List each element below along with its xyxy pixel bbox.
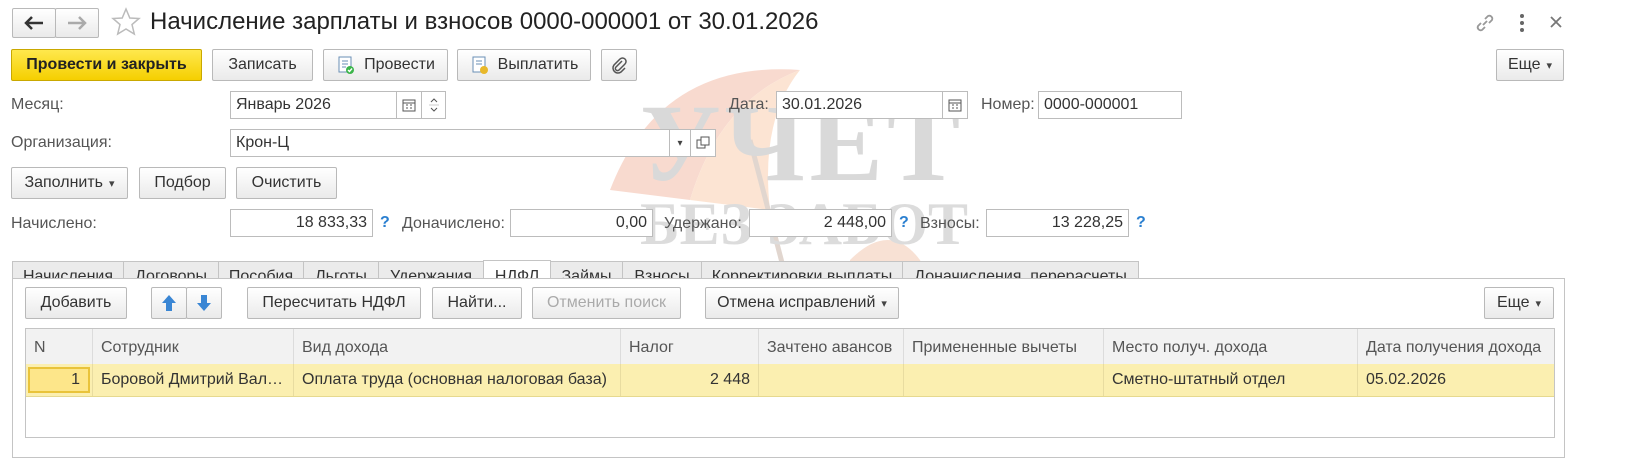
fill-button-label: Заполнить	[24, 174, 103, 191]
calendar-button[interactable]	[396, 91, 422, 119]
help-icon[interactable]: ?	[1136, 214, 1146, 232]
select-button[interactable]: Подбор	[139, 167, 226, 199]
fill-button[interactable]: Заполнить ▾	[11, 167, 128, 199]
column-header-n[interactable]: N	[26, 329, 93, 367]
contributions-label: Взносы:	[920, 215, 980, 232]
paperclip-icon	[612, 57, 627, 74]
window-title: Начисление зарплаты и взносов 0000-00000…	[150, 8, 819, 35]
column-header-tax[interactable]: Налог	[621, 329, 759, 367]
tab-more-label: Еще	[1496, 294, 1530, 311]
link-icon[interactable]	[1474, 12, 1496, 39]
organization-dropdown-button[interactable]: ▾	[669, 129, 691, 157]
post-document-icon	[338, 56, 355, 74]
column-header-advances[interactable]: Зачтено авансов	[759, 329, 904, 367]
number-field[interactable]: 0000-000001	[1038, 91, 1182, 119]
column-header-employee[interactable]: Сотрудник	[93, 329, 294, 367]
cell-tax[interactable]: 2 448	[621, 364, 759, 396]
column-header-income-type[interactable]: Вид дохода	[294, 329, 621, 367]
arrow-right-icon	[68, 16, 87, 30]
month-field[interactable]: Январь 2026	[230, 91, 397, 119]
back-button[interactable]	[12, 8, 56, 38]
withheld-field: 2 448,00	[749, 209, 892, 237]
open-window-icon	[696, 136, 710, 149]
organization-label: Организация:	[11, 134, 112, 151]
calendar-icon	[948, 99, 962, 112]
move-down-button[interactable]	[186, 287, 222, 319]
month-stepper[interactable]	[421, 91, 446, 119]
pay-button[interactable]: Выплатить	[457, 49, 591, 81]
arrow-left-icon	[24, 16, 43, 30]
cell-place[interactable]: Сметно-штатный отдел	[1104, 364, 1358, 396]
month-label: Месяц:	[11, 96, 64, 113]
help-icon[interactable]: ?	[380, 214, 390, 232]
column-header-deductions[interactable]: Примененные вычеты	[904, 329, 1104, 367]
arrow-up-icon	[162, 295, 176, 311]
save-button[interactable]: Записать	[212, 49, 313, 81]
attachment-button[interactable]	[601, 49, 637, 81]
add-button[interactable]: Добавить	[25, 287, 127, 319]
additional-label: Доначислено:	[402, 215, 505, 232]
more-button-label: Еще	[1507, 56, 1541, 73]
pay-button-label: Выплатить	[497, 56, 579, 73]
cell-date[interactable]: 05.02.2026	[1358, 364, 1554, 396]
organization-field[interactable]: Крон-Ц	[230, 129, 670, 157]
chevron-down-icon: ▾	[677, 137, 683, 149]
chevron-down-icon: ▾	[1535, 297, 1542, 310]
withheld-label: Удержано:	[664, 215, 742, 232]
stepper-arrows-icon	[428, 98, 439, 112]
more-button[interactable]: Еще ▾	[1496, 49, 1564, 81]
column-header-date[interactable]: Дата получения дохода	[1358, 329, 1554, 367]
move-up-button[interactable]	[151, 287, 187, 319]
favorite-star-icon[interactable]	[110, 6, 142, 43]
date-calendar-button[interactable]	[942, 91, 968, 119]
help-icon[interactable]: ?	[899, 214, 909, 232]
accrued-field: 18 833,33	[230, 209, 373, 237]
organization-open-button[interactable]	[690, 129, 716, 157]
cancel-corrections-label: Отмена исправлений	[717, 294, 876, 311]
chevron-down-icon: ▾	[1546, 59, 1553, 72]
cell-employee[interactable]: Боровой Дмитрий Вал…	[93, 364, 294, 396]
column-header-place[interactable]: Место получ. дохода	[1104, 329, 1358, 367]
find-button[interactable]: Найти...	[432, 287, 522, 319]
number-label: Номер:	[981, 96, 1035, 113]
additional-field: 0,00	[510, 209, 653, 237]
payment-document-icon	[472, 56, 488, 74]
cell-n-value: 1	[28, 367, 90, 393]
cancel-corrections-button[interactable]: Отмена исправлений ▾	[705, 287, 899, 319]
more-vertical-icon[interactable]	[1518, 12, 1526, 39]
post-and-close-button[interactable]: Провести и закрыть	[11, 49, 202, 81]
date-label: Дата:	[729, 96, 769, 113]
close-icon[interactable]	[1548, 14, 1564, 35]
clear-button[interactable]: Очистить	[236, 167, 337, 199]
contributions-field: 13 228,25	[986, 209, 1129, 237]
chevron-down-icon: ▾	[109, 177, 115, 190]
cancel-search-button[interactable]: Отменить поиск	[532, 287, 681, 319]
cell-deductions[interactable]	[904, 364, 1104, 396]
accrued-label: Начислено:	[11, 215, 97, 232]
calendar-icon	[402, 99, 416, 112]
cell-advances[interactable]	[759, 364, 904, 396]
chevron-down-icon: ▾	[881, 297, 887, 310]
post-button[interactable]: Провести	[323, 49, 448, 81]
forward-button[interactable]	[55, 8, 99, 38]
cell-n[interactable]: 1	[26, 364, 93, 396]
recalculate-ndfl-button[interactable]: Пересчитать НДФЛ	[247, 287, 421, 319]
post-button-label: Провести	[364, 56, 435, 73]
cell-income-type[interactable]: Оплата труда (основная налоговая база)	[294, 364, 621, 396]
arrow-down-icon	[197, 295, 211, 311]
date-field[interactable]: 30.01.2026	[776, 91, 943, 119]
tab-more-button[interactable]: Еще ▾	[1484, 287, 1554, 319]
